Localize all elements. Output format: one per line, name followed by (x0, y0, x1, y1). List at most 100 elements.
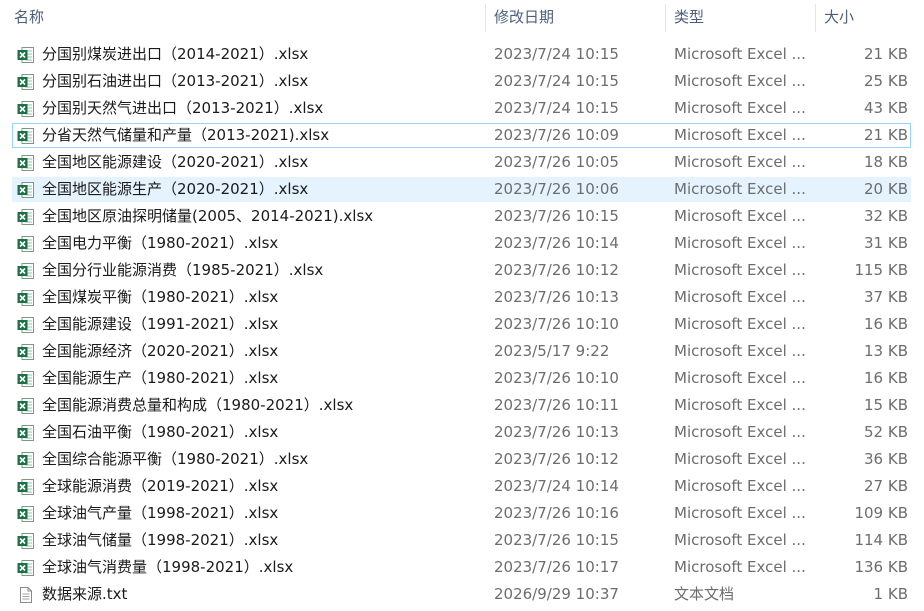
file-name: 全球油气储量（1998-2021）.xlsx (42, 531, 279, 549)
excel-file-icon (17, 289, 35, 307)
file-row[interactable]: 全国能源消费总量和构成（1980-2021）.xlsx 2023/7/26 10:… (0, 392, 924, 419)
file-name: 全国能源生产（1980-2021）.xlsx (42, 369, 279, 387)
file-row[interactable]: 全球油气产量（1998-2021）.xlsx 2023/7/26 10:16 Mic… (0, 500, 924, 527)
file-row[interactable]: 全国电力平衡（1980-2021）.xlsx 2023/7/26 10:14 Mic… (0, 230, 924, 257)
file-size: 36 KB (864, 450, 908, 468)
file-date-modified: 2023/7/26 10:13 (494, 288, 619, 306)
file-row[interactable]: 全国分行业能源消费（1985-2021）.xlsx 2023/7/26 10:12… (0, 257, 924, 284)
file-size: 13 KB (864, 342, 908, 360)
file-row[interactable]: 分国别石油进出口（2013-2021）.xlsx 2023/7/24 10:15 M… (0, 68, 924, 95)
excel-file-icon (17, 100, 35, 118)
file-row[interactable]: 分国别煤炭进出口（2014-2021）.xlsx 2023/7/24 10:15 M… (0, 41, 924, 68)
column-header-date-modified[interactable]: 修改日期 (486, 0, 664, 34)
excel-file-icon (17, 532, 35, 550)
file-date-modified: 2023/7/26 10:06 (494, 180, 619, 198)
excel-file-icon (17, 316, 35, 334)
file-date-modified: 2023/7/24 10:15 (494, 72, 619, 90)
file-row[interactable]: 数据来源.txt 2026/9/29 10:37 文本文档 1 KB (0, 581, 924, 608)
file-row[interactable]: 全国能源经济（2020-2021）.xlsx 2023/5/17 9:22 Micr… (0, 338, 924, 365)
file-name: 全国能源经济（2020-2021）.xlsx (42, 342, 279, 360)
file-name: 全国地区原油探明储量(2005、2014-2021).xlsx (42, 207, 374, 225)
excel-file-icon (17, 505, 35, 523)
file-size: 136 KB (854, 558, 908, 576)
file-row[interactable]: 分国别天然气进出口（2013-2021）.xlsx 2023/7/24 10:15… (0, 95, 924, 122)
file-size: 16 KB (864, 369, 908, 387)
column-header-name[interactable]: 名称 (6, 0, 484, 34)
file-name: 全国煤炭平衡（1980-2021）.xlsx (42, 288, 279, 306)
file-name: 全国地区能源生产（2020-2021）.xlsx (42, 180, 309, 198)
file-size: 20 KB (864, 180, 908, 198)
file-name: 全球油气产量（1998-2021）.xlsx (42, 504, 279, 522)
file-type: Microsoft Excel ... (674, 423, 806, 441)
excel-file-icon (17, 262, 35, 280)
file-type: Microsoft Excel ... (674, 288, 806, 306)
file-date-modified: 2026/9/29 10:37 (494, 585, 619, 603)
file-type: Microsoft Excel ... (674, 450, 806, 468)
file-type: Microsoft Excel ... (674, 153, 806, 171)
file-type: Microsoft Excel ... (674, 261, 806, 279)
excel-file-icon (17, 208, 35, 226)
file-row[interactable]: 全国地区原油探明储量(2005、2014-2021).xlsx 2023/7/26… (0, 203, 924, 230)
row-highlight (12, 582, 911, 607)
file-date-modified: 2023/7/26 10:05 (494, 153, 619, 171)
file-row[interactable]: 全国地区能源生产（2020-2021）.xlsx 2023/7/26 10:06 M… (0, 176, 924, 203)
file-size: 109 KB (854, 504, 908, 522)
file-type: Microsoft Excel ... (674, 558, 806, 576)
file-size: 32 KB (864, 207, 908, 225)
text-file-icon (17, 586, 35, 604)
file-date-modified: 2023/7/26 10:16 (494, 504, 619, 522)
file-name: 分国别石油进出口（2013-2021）.xlsx (42, 72, 309, 90)
file-row[interactable]: 全国能源建设（1991-2021）.xlsx 2023/7/26 10:10 Mic… (0, 311, 924, 338)
file-size: 43 KB (864, 99, 908, 117)
excel-file-icon (17, 343, 35, 361)
file-date-modified: 2023/7/26 10:11 (494, 396, 619, 414)
file-type: Microsoft Excel ... (674, 45, 806, 63)
file-size: 15 KB (864, 396, 908, 414)
file-name: 全国分行业能源消费（1985-2021）.xlsx (42, 261, 324, 279)
file-date-modified: 2023/7/26 10:17 (494, 558, 619, 576)
file-size: 114 KB (854, 531, 908, 549)
file-type: Microsoft Excel ... (674, 531, 806, 549)
file-type: Microsoft Excel ... (674, 234, 806, 252)
excel-file-icon (17, 478, 35, 496)
file-type: Microsoft Excel ... (674, 504, 806, 522)
file-date-modified: 2023/7/26 10:12 (494, 261, 619, 279)
excel-file-icon (17, 370, 35, 388)
excel-file-icon (17, 181, 35, 199)
file-name: 分国别煤炭进出口（2014-2021）.xlsx (42, 45, 309, 63)
file-type: Microsoft Excel ... (674, 99, 806, 117)
file-explorer-details-view: 名称 修改日期 类型 ^ 大小 分国别煤炭进出口（2014-2021）.xlsx… (0, 0, 924, 611)
file-row[interactable]: 全国地区能源建设（2020-2021）.xlsx 2023/7/26 10:05 M… (0, 149, 924, 176)
file-size: 52 KB (864, 423, 908, 441)
excel-file-icon (17, 424, 35, 442)
file-row[interactable]: 全国能源生产（1980-2021）.xlsx 2023/7/26 10:10 Mic… (0, 365, 924, 392)
file-type: Microsoft Excel ... (674, 396, 806, 414)
file-row[interactable]: 全球油气消费量（1998-2021）.xlsx 2023/7/26 10:17 Mi… (0, 554, 924, 581)
excel-file-icon (17, 73, 35, 91)
file-date-modified: 2023/5/17 9:22 (494, 342, 610, 360)
excel-file-icon (17, 154, 35, 172)
file-date-modified: 2023/7/26 10:15 (494, 207, 619, 225)
file-row[interactable]: 全球能源消费（2019-2021）.xlsx 2023/7/24 10:14 Mic… (0, 473, 924, 500)
column-header-size[interactable]: 大小 (816, 0, 924, 34)
file-type: Microsoft Excel ... (674, 369, 806, 387)
file-size: 27 KB (864, 477, 908, 495)
file-row[interactable]: 全球油气储量（1998-2021）.xlsx 2023/7/26 10:15 Mic… (0, 527, 924, 554)
file-row[interactable]: 全国综合能源平衡（1980-2021）.xlsx 2023/7/26 10:12 M… (0, 446, 924, 473)
file-name: 全球油气消费量（1998-2021）.xlsx (42, 558, 294, 576)
file-size: 18 KB (864, 153, 908, 171)
file-type: Microsoft Excel ... (674, 342, 806, 360)
file-name: 全球能源消费（2019-2021）.xlsx (42, 477, 279, 495)
file-name: 数据来源.txt (42, 585, 128, 603)
file-date-modified: 2023/7/26 10:12 (494, 450, 619, 468)
file-name: 全国石油平衡（1980-2021）.xlsx (42, 423, 279, 441)
file-date-modified: 2023/7/26 10:15 (494, 531, 619, 549)
file-row[interactable]: 全国石油平衡（1980-2021）.xlsx 2023/7/26 10:13 Mic… (0, 419, 924, 446)
file-row[interactable]: 全国煤炭平衡（1980-2021）.xlsx 2023/7/26 10:13 Mic… (0, 284, 924, 311)
file-row[interactable]: 分省天然气储量和产量（2013-2021).xlsx 2023/7/26 10:0… (0, 122, 924, 149)
file-size: 21 KB (864, 45, 908, 63)
excel-file-icon (17, 397, 35, 415)
file-size: 31 KB (864, 234, 908, 252)
file-type: Microsoft Excel ... (674, 315, 806, 333)
file-date-modified: 2023/7/26 10:14 (494, 234, 619, 252)
